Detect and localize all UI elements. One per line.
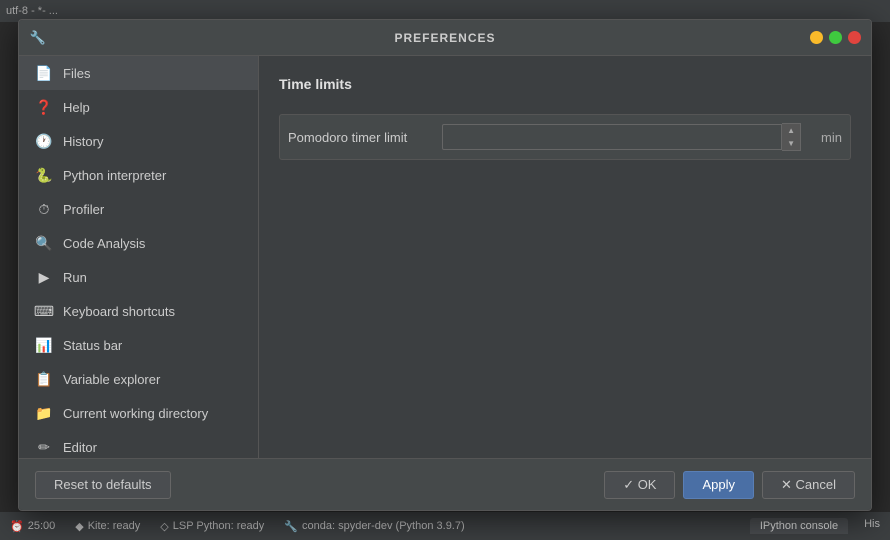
sidebar-item-help[interactable]: ❓ Help bbox=[19, 90, 258, 124]
time-value: 25:00 bbox=[28, 520, 56, 532]
dialog-titlebar: 🔧 PREFERENCES bbox=[19, 20, 871, 56]
spinner-buttons: ▲ ▼ bbox=[782, 123, 801, 151]
sidebar-item-keyboard-shortcuts[interactable]: ⌨ Keyboard shortcuts bbox=[19, 294, 258, 328]
minimize-button[interactable] bbox=[810, 31, 823, 44]
dialog-title: PREFERENCES bbox=[394, 31, 495, 45]
dialog-body: 📄 Files ❓ Help 🕐 History 🐍 Python interpreter ⏱ P… bbox=[19, 56, 871, 458]
history-tab[interactable]: His bbox=[864, 518, 880, 534]
main-content: Time limits Pomodoro timer limit 25 ▲ ▼ … bbox=[259, 56, 871, 458]
current-working-directory-icon: 📁 bbox=[35, 404, 53, 422]
sidebar-item-files[interactable]: 📄 Files bbox=[19, 56, 258, 90]
top-bar-text: utf-8 - *- ... bbox=[6, 5, 58, 17]
status-kite: ◆ Kite: ready bbox=[75, 520, 140, 533]
section-title: Time limits bbox=[279, 76, 851, 98]
run-label: Run bbox=[63, 270, 87, 285]
status-conda: 🔧 conda: spyder-dev (Python 3.9.7) bbox=[284, 520, 464, 533]
code-analysis-icon: 🔍 bbox=[35, 234, 53, 252]
pomodoro-input[interactable]: 25 bbox=[442, 124, 782, 150]
files-label: Files bbox=[63, 66, 90, 81]
files-icon: 📄 bbox=[35, 64, 53, 82]
ipython-console-tab[interactable]: IPython console bbox=[750, 518, 848, 534]
spinner-down-button[interactable]: ▼ bbox=[782, 137, 800, 150]
sidebar-item-status-bar[interactable]: 📊 Status bar bbox=[19, 328, 258, 362]
python-interpreter-label: Python interpreter bbox=[63, 168, 166, 183]
apply-button[interactable]: Apply bbox=[683, 471, 754, 499]
lsp-text: LSP Python: ready bbox=[173, 520, 265, 532]
ok-button[interactable]: ✓ OK bbox=[604, 471, 675, 499]
history-label: History bbox=[63, 134, 103, 149]
cancel-label: ✕ Cancel bbox=[781, 477, 836, 493]
conda-text: conda: spyder-dev (Python 3.9.7) bbox=[302, 520, 465, 532]
sidebar-item-python-interpreter[interactable]: 🐍 Python interpreter bbox=[19, 158, 258, 192]
sidebar-item-run[interactable]: ▶ Run bbox=[19, 260, 258, 294]
lsp-icon: ◇ bbox=[160, 520, 168, 533]
window-controls bbox=[810, 31, 861, 44]
sidebar-item-history[interactable]: 🕐 History bbox=[19, 124, 258, 158]
spinner-up-button[interactable]: ▲ bbox=[782, 124, 800, 137]
reset-label: Reset to defaults bbox=[54, 477, 152, 492]
sidebar-item-code-analysis[interactable]: 🔍 Code Analysis bbox=[19, 226, 258, 260]
status-bar: ⏰ 25:00 ◆ Kite: ready ◇ LSP Python: read… bbox=[0, 512, 890, 540]
editor-icon: ✏ bbox=[35, 438, 53, 456]
code-analysis-label: Code Analysis bbox=[63, 236, 145, 251]
kite-text: Kite: ready bbox=[88, 520, 141, 532]
sidebar-item-editor[interactable]: ✏ Editor bbox=[19, 430, 258, 458]
sidebar-item-variable-explorer[interactable]: 📋 Variable explorer bbox=[19, 362, 258, 396]
status-time: ⏰ 25:00 bbox=[10, 520, 55, 533]
profiler-icon: ⏱ bbox=[35, 200, 53, 218]
variable-explorer-icon: 📋 bbox=[35, 370, 53, 388]
help-label: Help bbox=[63, 100, 90, 115]
kite-icon: ◆ bbox=[75, 520, 83, 533]
history-icon: 🕐 bbox=[35, 132, 53, 150]
clock-icon: ⏰ bbox=[10, 520, 24, 533]
preferences-dialog: 🔧 PREFERENCES 📄 Files ❓ Help 🕐 History 🐍 Python… bbox=[18, 19, 872, 511]
current-working-directory-label: Current working directory bbox=[63, 406, 208, 421]
cancel-button[interactable]: ✕ Cancel bbox=[762, 471, 855, 499]
sidebar-item-profiler[interactable]: ⏱ Profiler bbox=[19, 192, 258, 226]
reset-button[interactable]: Reset to defaults bbox=[35, 471, 171, 499]
python-interpreter-icon: 🐍 bbox=[35, 166, 53, 184]
maximize-button[interactable] bbox=[829, 31, 842, 44]
dialog-overlay: 🔧 PREFERENCES 📄 Files ❓ Help 🕐 History 🐍 Python… bbox=[18, 18, 872, 512]
run-icon: ▶ bbox=[35, 268, 53, 286]
profiler-label: Profiler bbox=[63, 202, 104, 217]
status-bar-icon: 📊 bbox=[35, 336, 53, 354]
unit-label: min bbox=[821, 130, 842, 145]
spinner-container: 25 ▲ ▼ bbox=[442, 123, 801, 151]
pomodoro-form-group: Pomodoro timer limit 25 ▲ ▼ min bbox=[279, 114, 851, 160]
variable-explorer-label: Variable explorer bbox=[63, 372, 160, 387]
keyboard-shortcuts-label: Keyboard shortcuts bbox=[63, 304, 175, 319]
ok-label: ✓ OK bbox=[623, 477, 656, 493]
dialog-footer: Reset to defaults ✓ OK Apply ✕ Cancel bbox=[19, 458, 871, 510]
help-icon: ❓ bbox=[35, 98, 53, 116]
spyder-icon: 🔧 bbox=[29, 29, 47, 47]
sidebar: 📄 Files ❓ Help 🕐 History 🐍 Python interpreter ⏱ P… bbox=[19, 56, 259, 458]
conda-icon: 🔧 bbox=[284, 520, 298, 533]
status-bar-label: Status bar bbox=[63, 338, 122, 353]
status-right: IPython console His bbox=[750, 518, 880, 534]
apply-label: Apply bbox=[702, 477, 735, 492]
keyboard-shortcuts-icon: ⌨ bbox=[35, 302, 53, 320]
pomodoro-label: Pomodoro timer limit bbox=[288, 130, 430, 145]
status-lsp: ◇ LSP Python: ready bbox=[160, 520, 264, 533]
close-button[interactable] bbox=[848, 31, 861, 44]
editor-label: Editor bbox=[63, 440, 97, 455]
sidebar-item-current-working-directory[interactable]: 📁 Current working directory bbox=[19, 396, 258, 430]
